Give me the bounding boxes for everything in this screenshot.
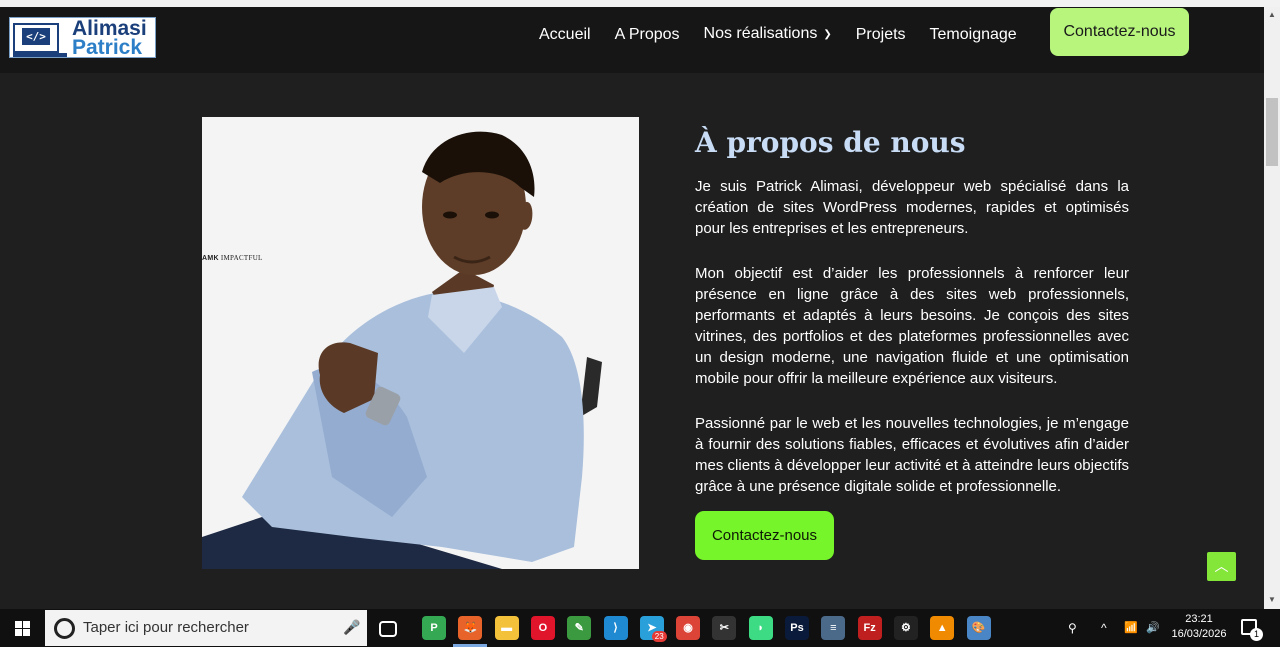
photo-watermark: AMK IMPACTFUL — [202, 254, 263, 262]
about-heading: À propos de nous — [695, 126, 966, 159]
firefox-icon[interactable]: 🦊 — [458, 616, 483, 640]
chevron-down-icon: ❯ — [823, 29, 832, 40]
vlc-icon[interactable]: ▲ — [930, 616, 955, 640]
vscode-icon[interactable]: ⟩ — [603, 616, 628, 640]
nav-temoignage[interactable]: Temoignage — [918, 7, 1029, 63]
people-icon[interactable]: ⚲ — [1068, 609, 1077, 647]
clock-date: 16/03/2026 — [1171, 628, 1227, 640]
taskbar-search[interactable]: Taper ici pour rechercher 🎤 — [45, 610, 367, 646]
tray-chevron-icon[interactable]: ^ — [1101, 609, 1107, 647]
capcut-icon[interactable]: ✂ — [712, 616, 737, 640]
about-contact-button[interactable]: Contactez-nous — [695, 511, 834, 560]
settings-icon[interactable]: ⚙ — [893, 616, 918, 640]
chrome-profile-icon[interactable]: P — [422, 616, 446, 640]
logo-code-symbol: </> — [22, 28, 50, 45]
server-icon[interactable]: ≡ — [821, 616, 846, 640]
nav-nos-realisations[interactable]: Nos réalisations ❯ — [692, 6, 844, 64]
nav-accueil[interactable]: Accueil — [527, 7, 603, 63]
wifi-icon[interactable]: 📶 — [1124, 609, 1138, 647]
paint-icon[interactable]: 🎨 — [966, 616, 991, 640]
chrome-icon[interactable]: ◉ — [676, 616, 701, 640]
logo-text-second: Patrick — [72, 36, 143, 59]
file-explorer-icon[interactable]: ▬ — [494, 616, 519, 640]
opera-icon[interactable]: O — [530, 616, 555, 640]
volume-icon[interactable]: 🔊 — [1146, 609, 1160, 647]
site-header: </> Alimasi Patrick Accueil A Propos Nos… — [0, 7, 1264, 73]
notification-count-badge: 1 — [1250, 628, 1263, 641]
scroll-down-arrow-icon[interactable]: ▼ — [1268, 595, 1276, 604]
nav-a-propos[interactable]: A Propos — [603, 7, 692, 63]
notepad-icon[interactable]: ✎ — [567, 616, 592, 640]
system-clock[interactable]: 23:21 16/03/2026 — [1168, 612, 1230, 642]
nav-projets[interactable]: Projets — [844, 7, 918, 63]
start-button[interactable] — [0, 609, 45, 647]
portrait-illustration — [202, 131, 602, 569]
scrollbar-thumb[interactable] — [1266, 98, 1278, 166]
cortana-icon — [54, 618, 75, 639]
nav-nos-realisations-label: Nos réalisations — [703, 25, 818, 42]
scroll-up-arrow-icon[interactable]: ▲ — [1268, 10, 1276, 19]
clock-time: 23:21 — [1185, 613, 1213, 625]
windows-logo-icon — [15, 621, 30, 636]
site-logo[interactable]: </> Alimasi Patrick — [9, 17, 156, 59]
photoshop-icon[interactable]: Ps — [785, 616, 809, 640]
page-scrollbar[interactable]: ▲ ▼ — [1264, 7, 1280, 609]
task-view-icon[interactable] — [379, 621, 397, 637]
main-nav: Accueil A Propos Nos réalisations ❯ Proje… — [527, 7, 1029, 63]
taskbar-search-placeholder: Taper ici pour rechercher — [83, 619, 249, 636]
about-paragraph-2: Mon objectif est d’aider les professionn… — [695, 265, 1129, 387]
profile-photo: AMK IMPACTFUL — [202, 117, 639, 569]
code-monitor-icon: </> — [13, 23, 67, 57]
header-contact-button[interactable]: Contactez-nous — [1050, 8, 1189, 56]
about-paragraph-3: Passionné par le web et les nouvelles te… — [695, 415, 1129, 495]
windows-taskbar: Taper ici pour rechercher 🎤 P 🦊 ▬ O ✎ ⟩ ➤ 23 ◉ ✂ ◗… — [0, 609, 1280, 647]
filezilla-icon[interactable]: Fz — [857, 616, 882, 640]
microphone-icon[interactable]: 🎤 — [343, 619, 360, 636]
scroll-to-top-button[interactable]: ︿ — [1207, 552, 1236, 581]
chevron-up-icon: ︿ — [1214, 558, 1229, 574]
telegram-unread-badge: 23 — [651, 631, 667, 642]
about-paragraph-1: Je suis Patrick Alimasi, développeur web… — [695, 178, 1129, 237]
android-studio-icon[interactable]: ◗ — [748, 616, 773, 640]
